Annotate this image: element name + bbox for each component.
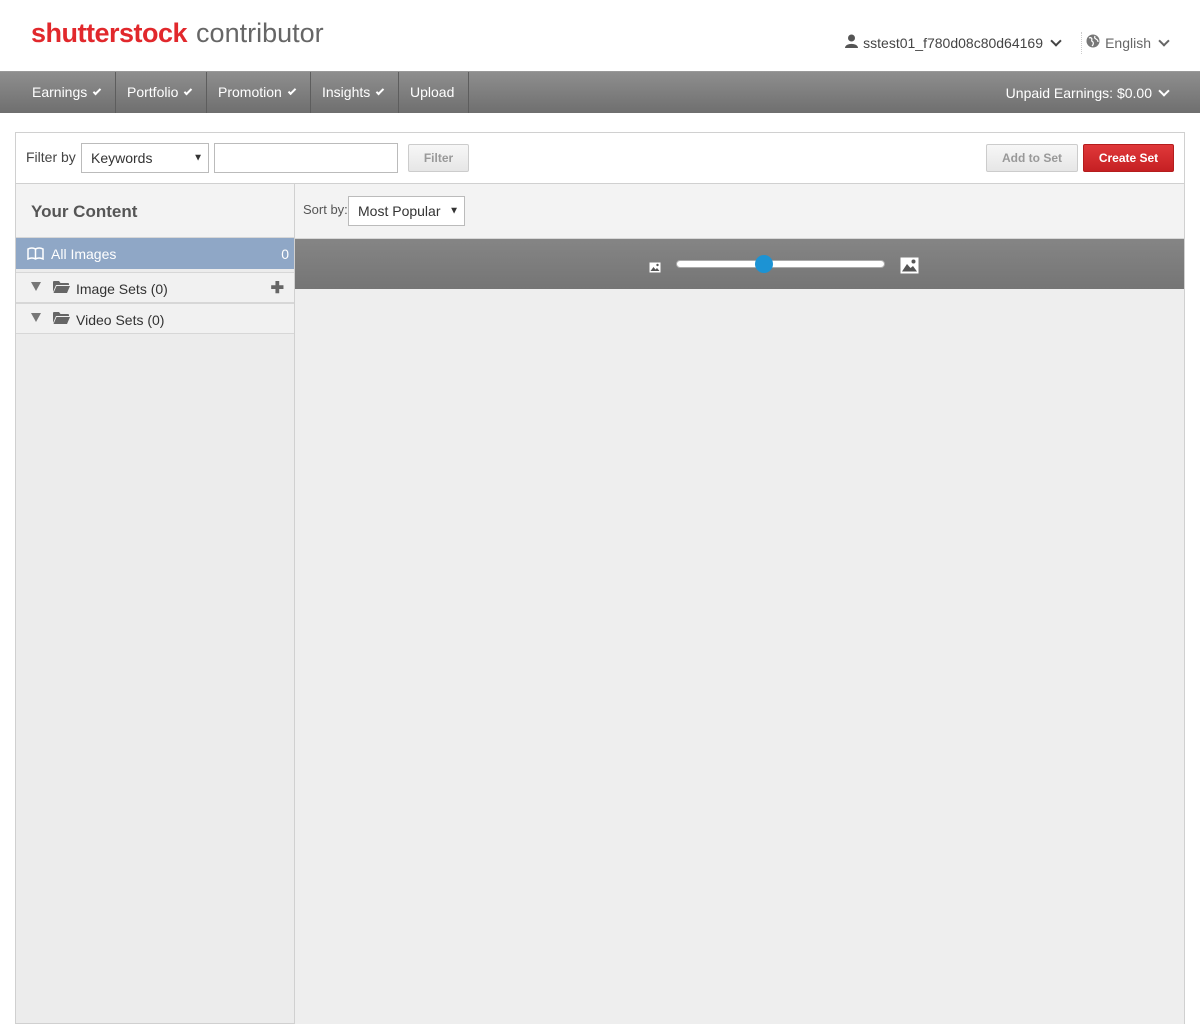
globe-icon: [1086, 34, 1100, 51]
content-sidebar: Your Content All Images 0 Image Sets (0)…: [15, 184, 295, 1024]
filter-bar: Filter by Keywords ▼ Filter Add to Set C…: [15, 132, 1185, 184]
language-menu[interactable]: English: [1086, 34, 1172, 51]
dropdown-arrow-icon: ▼: [193, 152, 203, 164]
filter-by-label: Filter by: [26, 149, 76, 165]
divider: [1081, 32, 1082, 54]
sort-value: Most Popular: [358, 203, 441, 219]
chevron-down-icon: [1158, 34, 1170, 47]
user-menu[interactable]: sstest01_f780d08c80d64169: [845, 34, 1064, 51]
large-image-icon[interactable]: [900, 257, 919, 277]
sidebar-item-image-sets[interactable]: Image Sets (0) ✚: [16, 272, 294, 303]
chevron-down-icon: [375, 86, 385, 95]
chevron-down-icon: [184, 86, 193, 95]
nav-item-label: Earnings: [32, 84, 88, 100]
nav-item-earnings[interactable]: Earnings: [20, 72, 116, 113]
nav-item-label: Insights: [322, 84, 371, 100]
sidebar-item-count: 0: [281, 246, 289, 262]
slider-knob[interactable]: [754, 255, 773, 273]
expand-triangle-icon[interactable]: [31, 313, 41, 322]
thumbnail-size-slider[interactable]: [676, 260, 885, 268]
sidebar-item-label: All Images: [51, 246, 117, 262]
filter-field-select[interactable]: Keywords ▼: [81, 143, 209, 173]
sidebar-item-all-images[interactable]: All Images 0: [16, 238, 294, 269]
username-label: sstest01_f780d08c80d64169: [863, 34, 1043, 51]
nav-item-promotion[interactable]: Promotion: [206, 72, 311, 113]
sort-bar: Sort by: Most Popular ▼: [295, 184, 1184, 239]
filter-button[interactable]: Filter: [408, 144, 469, 172]
sidebar-header: Your Content: [16, 184, 294, 238]
content-main: Sort by: Most Popular ▼: [295, 184, 1185, 1024]
filter-field-value: Keywords: [91, 150, 153, 166]
nav-item-upload[interactable]: Upload: [398, 72, 469, 113]
nav-item-portfolio[interactable]: Portfolio: [115, 72, 207, 113]
sort-select[interactable]: Most Popular ▼: [348, 196, 465, 226]
main-nav: Earnings Portfolio Promotion Insights Up…: [0, 71, 1200, 113]
expand-triangle-icon[interactable]: [31, 282, 41, 291]
folder-icon: [53, 311, 70, 328]
add-to-set-button[interactable]: Add to Set: [986, 144, 1078, 172]
language-label: English: [1105, 34, 1151, 51]
dropdown-arrow-icon: ▼: [449, 205, 459, 217]
logo[interactable]: shutterstock contributor: [31, 18, 324, 54]
top-header: shutterstock contributor sstest01_f780d0…: [0, 0, 1200, 71]
chevron-down-icon: [1050, 34, 1062, 47]
nav-item-label: Upload: [410, 84, 455, 100]
book-icon: [27, 247, 44, 263]
small-image-icon[interactable]: [649, 260, 661, 276]
logo-brand-text: shutterstock: [31, 18, 188, 48]
unpaid-earnings-label: Unpaid Earnings: $0.00: [1005, 84, 1152, 101]
sidebar-item-label: Video Sets (0): [76, 312, 165, 328]
thumbnail-size-bar: [295, 239, 1184, 289]
sidebar-item-label: Image Sets (0): [76, 281, 168, 297]
unpaid-earnings-menu[interactable]: Unpaid Earnings: $0.00: [1006, 72, 1172, 113]
chevron-down-icon: [92, 86, 102, 95]
chevron-down-icon: [1158, 84, 1170, 97]
create-set-button[interactable]: Create Set: [1083, 144, 1174, 172]
sort-by-label: Sort by:: [303, 202, 348, 217]
chevron-down-icon: [287, 86, 297, 95]
sidebar-title: Your Content: [31, 202, 138, 221]
nav-item-label: Portfolio: [127, 84, 179, 100]
add-set-icon[interactable]: ✚: [271, 278, 284, 298]
folder-icon: [53, 280, 70, 297]
nav-item-label: Promotion: [218, 84, 282, 100]
nav-item-insights[interactable]: Insights: [310, 72, 399, 113]
user-icon: [845, 34, 859, 51]
sidebar-item-video-sets[interactable]: Video Sets (0): [16, 303, 294, 334]
logo-sub-text: contributor: [196, 18, 324, 48]
filter-query-input[interactable]: [214, 143, 398, 173]
